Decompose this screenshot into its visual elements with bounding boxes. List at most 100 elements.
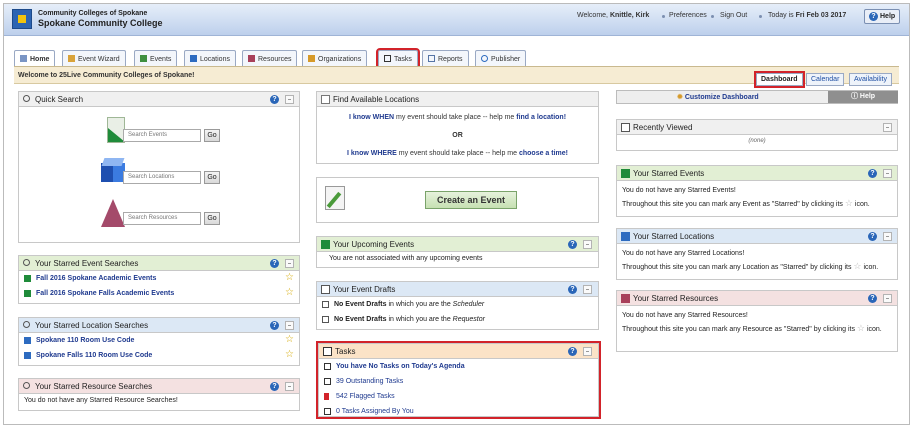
dashboard-help-button[interactable]: ⓘ Help: [828, 91, 898, 103]
help-icon[interactable]: ?: [868, 294, 877, 303]
starred-event-searches-panel: Your Starred Event Searches ? Fall 2016 …: [18, 255, 300, 304]
help-icon[interactable]: ?: [270, 259, 279, 268]
task-row-today[interactable]: You have No Tasks on Today's Agenda: [319, 359, 598, 374]
empty-message: You do not have any Starred Resources!: [622, 312, 748, 319]
draft-role: Requestor: [452, 316, 485, 323]
choose-time-link[interactable]: choose a time!: [519, 150, 568, 157]
minimize-icon[interactable]: [285, 321, 294, 330]
minimize-icon[interactable]: [583, 347, 592, 356]
panel-header: Tasks ?: [319, 344, 598, 359]
know-where-link[interactable]: I know WHERE: [347, 150, 397, 157]
task-label[interactable]: 39 Outstanding Tasks: [336, 378, 403, 385]
star-icon[interactable]: ☆: [285, 288, 294, 298]
task-label[interactable]: 542 Flagged Tasks: [336, 393, 395, 400]
resource-pyramid-icon: [101, 199, 125, 227]
search-locations-input[interactable]: Search Locations: [123, 171, 201, 184]
help-label: Help: [880, 13, 896, 20]
star-icon[interactable]: ☆: [285, 350, 294, 360]
minimize-icon[interactable]: [883, 123, 892, 132]
starred-resource-searches-panel: Your Starred Resource Searches ? You do …: [18, 378, 300, 411]
panel-title: Quick Search: [35, 95, 84, 104]
user-name: Knittle, Kirk: [609, 12, 650, 19]
find-location-line: I know WHEN my event should take place -…: [317, 114, 598, 121]
help-button[interactable]: ? Help: [864, 9, 900, 24]
search-resources-input[interactable]: Search Resources: [123, 212, 201, 225]
tab-reports[interactable]: Reports: [422, 50, 469, 66]
list-item[interactable]: Spokane 110 Room Use Code ☆: [19, 333, 299, 348]
help-icon[interactable]: ?: [270, 382, 279, 391]
events-icon: [140, 55, 147, 62]
star-icon[interactable]: ☆: [285, 273, 294, 283]
star-icon[interactable]: ☆: [285, 335, 294, 345]
line-text: my event should take place -- help me: [394, 114, 517, 121]
panel-header: Your Event Drafts ?: [317, 282, 598, 297]
item-label[interactable]: Fall 2016 Spokane Falls Academic Events: [36, 290, 174, 297]
find-location-link[interactable]: find a location!: [516, 114, 566, 121]
list-item[interactable]: Fall 2016 Spokane Academic Events ☆: [19, 271, 299, 286]
event-search-icon: [24, 290, 31, 297]
tab-locations[interactable]: Locations: [184, 50, 236, 66]
go-locations-button[interactable]: Go: [204, 171, 220, 184]
minimize-icon[interactable]: [883, 169, 892, 178]
list-item[interactable]: Spokane Falls 110 Room Use Code ☆: [19, 348, 299, 363]
minimize-icon[interactable]: [583, 285, 592, 294]
reports-icon: [428, 55, 435, 62]
minimize-icon[interactable]: [883, 232, 892, 241]
minimize-icon[interactable]: [285, 259, 294, 268]
minimize-icon[interactable]: [583, 240, 592, 249]
create-event-button[interactable]: Create an Event: [425, 191, 517, 209]
tab-home[interactable]: Home: [14, 50, 56, 66]
recently-viewed-panel: Recently Viewed (none): [616, 119, 898, 151]
task-row-assigned[interactable]: 0 Tasks Assigned By You: [319, 404, 598, 419]
search-events-input[interactable]: Search Events: [123, 129, 201, 142]
help-icon[interactable]: ?: [568, 240, 577, 249]
tab-events[interactable]: Events: [134, 50, 178, 66]
item-label[interactable]: Spokane 110 Room Use Code: [36, 337, 134, 344]
view-tab-dashboard[interactable]: Dashboard: [754, 71, 805, 88]
customize-label: Customize Dashboard: [684, 94, 759, 101]
panel-header: Quick Search ?: [19, 92, 299, 107]
tab-tasks[interactable]: Tasks: [376, 48, 420, 68]
item-label[interactable]: Fall 2016 Spokane Academic Events: [36, 275, 156, 282]
sign-out-link[interactable]: Sign Out: [720, 12, 747, 19]
preferences-link[interactable]: Preferences: [669, 12, 707, 19]
go-resources-button[interactable]: Go: [204, 212, 220, 225]
tab-publisher[interactable]: Publisher: [475, 50, 527, 66]
minimize-icon[interactable]: [883, 294, 892, 303]
welcome-user: Welcome, Knittle, Kirk: [577, 12, 649, 19]
task-label[interactable]: You have No Tasks on Today's Agenda: [336, 363, 465, 370]
panel-header: Your Starred Events ?: [617, 166, 897, 181]
today-date: Today is Fri Feb 03 2017: [768, 12, 846, 19]
separator-dot: [662, 15, 665, 18]
help-icon[interactable]: ?: [868, 169, 877, 178]
help-icon[interactable]: ?: [270, 95, 279, 104]
minimize-icon[interactable]: [285, 95, 294, 104]
help-icon[interactable]: ?: [868, 232, 877, 241]
customize-dashboard-button[interactable]: ✹ Customize Dashboard: [677, 93, 759, 101]
view-tab-calendar[interactable]: Calendar: [806, 73, 845, 86]
task-row-flagged[interactable]: 542 Flagged Tasks: [319, 389, 598, 404]
panel-title: Your Starred Events: [633, 169, 705, 178]
draft-icon: [322, 316, 329, 323]
view-tab-availability[interactable]: Availability: [849, 73, 892, 86]
starred-events-info: You do not have any Starred Events! Throu…: [617, 181, 897, 215]
task-label[interactable]: 0 Tasks Assigned By You: [336, 408, 414, 415]
task-row-outstanding[interactable]: 39 Outstanding Tasks: [319, 374, 598, 389]
list-item[interactable]: Fall 2016 Spokane Falls Academic Events ☆: [19, 286, 299, 301]
tab-resources[interactable]: Resources: [242, 50, 298, 66]
search-icon: [23, 95, 30, 102]
tab-organizations[interactable]: Organizations: [302, 50, 368, 66]
tab-event-wizard[interactable]: Event Wizard: [62, 50, 126, 66]
panel-header: Your Starred Event Searches ?: [19, 256, 299, 271]
minimize-icon[interactable]: [285, 382, 294, 391]
draft-count: No Event Drafts: [334, 301, 387, 308]
wizard-icon: [68, 55, 75, 62]
help-icon[interactable]: ?: [568, 347, 577, 356]
go-events-button[interactable]: Go: [204, 129, 220, 142]
know-when-link[interactable]: I know WHEN: [349, 114, 394, 121]
hint-suffix: icon.: [866, 326, 882, 333]
help-icon[interactable]: ?: [270, 321, 279, 330]
item-label[interactable]: Spokane Falls 110 Room Use Code: [36, 352, 152, 359]
empty-message: You are not associated with any upcoming…: [329, 255, 483, 262]
help-icon[interactable]: ?: [568, 285, 577, 294]
